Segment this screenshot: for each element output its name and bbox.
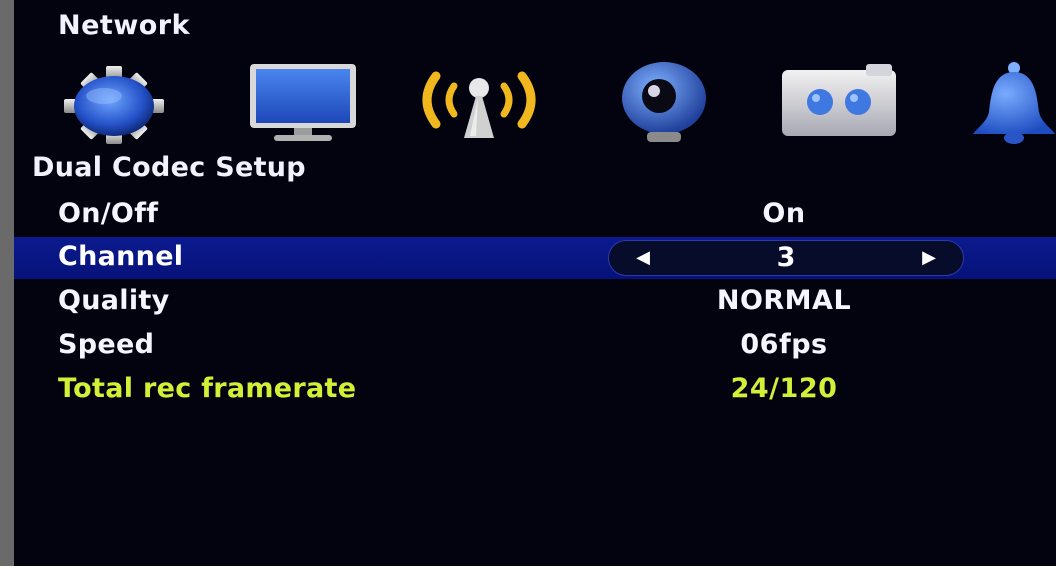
alarm-bell-icon[interactable] [959, 58, 1056, 148]
channel-prev-arrow-icon[interactable]: ◀ [623, 241, 663, 275]
channel-spinner[interactable]: ◀ 3 ▶ [608, 240, 964, 276]
setting-row-channel[interactable]: Channel ◀ 3 ▶ [14, 237, 1056, 279]
display-monitor-icon[interactable] [244, 58, 364, 148]
setting-row-quality[interactable]: Quality NORMAL [14, 281, 1056, 323]
section-title: Dual Codec Setup [32, 152, 306, 183]
setting-label-channel: Channel [58, 241, 184, 272]
setting-label-on-off: On/Off [58, 198, 159, 229]
channel-next-arrow-icon[interactable]: ▶ [909, 241, 949, 275]
camera-icon[interactable] [609, 58, 719, 148]
setting-label-speed: Speed [58, 329, 155, 360]
setting-value-quality[interactable]: NORMAL [614, 285, 954, 316]
recording-device-icon[interactable] [774, 58, 904, 148]
setting-value-on-off[interactable]: On [614, 198, 954, 229]
dvr-menu-screen: Network Dual Codec Setup On/Off On Chann… [0, 0, 1056, 566]
system-settings-icon[interactable] [54, 58, 174, 148]
setting-row-total-rec-framerate: Total rec framerate 24/120 [14, 369, 1056, 411]
setting-label-total-rec-framerate: Total rec framerate [58, 373, 357, 404]
menu-title: Network [58, 10, 191, 41]
setting-value-speed[interactable]: 06fps [614, 329, 954, 360]
network-wireless-icon[interactable] [414, 58, 544, 148]
setting-row-speed[interactable]: Speed 06fps [14, 325, 1056, 367]
setting-label-quality: Quality [58, 285, 170, 316]
menu-icon-bar [54, 58, 1056, 148]
setting-value-total-rec-framerate: 24/120 [730, 373, 838, 404]
setting-row-on-off[interactable]: On/Off On [14, 194, 1056, 236]
setting-value-channel: 3 [776, 242, 796, 273]
